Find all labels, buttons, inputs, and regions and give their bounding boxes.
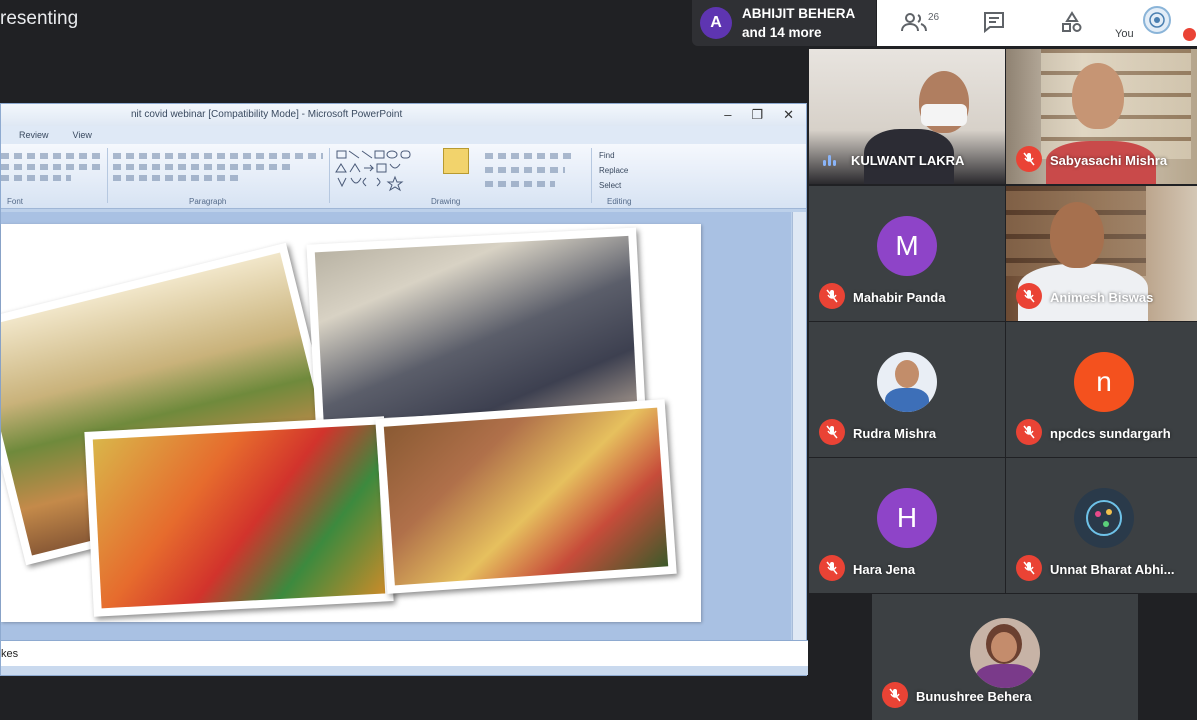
- participant-name: Bunushree Behera: [916, 689, 1032, 704]
- ribbon-group-font: [1, 148, 101, 194]
- tab-view[interactable]: View: [73, 130, 92, 140]
- close-icon[interactable]: ✕: [783, 107, 794, 123]
- participant-name: Mahabir Panda: [853, 290, 946, 305]
- people-button[interactable]: 26: [901, 8, 939, 36]
- raised-hand-notification[interactable]: A ABHIJIT BEHERA and 14 more: [692, 0, 876, 46]
- ppt-ribbon-tabs: Review View: [1, 126, 806, 144]
- participant-tile[interactable]: Sabyasachi Mishra: [1006, 49, 1197, 184]
- participant-name: Rudra Mishra: [853, 426, 937, 441]
- slide-editing-area: [1, 212, 791, 640]
- ribbon-label-paragraph: Paragraph: [189, 197, 227, 206]
- participant-name: Hara Jena: [853, 562, 916, 577]
- muted-icon: [1016, 555, 1042, 581]
- participant-name: KULWANT LAKRA: [851, 153, 965, 168]
- participant-tile[interactable]: Unnat Bharat Abhi...: [1006, 458, 1197, 593]
- participant-tile[interactable]: KULWANT LAKRA: [809, 49, 1005, 184]
- vertical-scrollbar[interactable]: [792, 212, 806, 640]
- ppt-titlebar: nit covid webinar [Compatibility Mode] -…: [1, 104, 806, 126]
- ribbon-group-paragraph: [113, 148, 323, 194]
- muted-icon: [819, 283, 845, 309]
- ribbon-label-drawing: Drawing: [431, 197, 461, 206]
- people-icon: [901, 13, 927, 32]
- participant-name: Unnat Bharat Abhi...: [1050, 562, 1175, 577]
- participant-avatar: M: [877, 216, 937, 276]
- replace-item[interactable]: Replace: [599, 163, 659, 178]
- activities-button[interactable]: [1061, 8, 1083, 36]
- unnat-bharat-logo-icon: [1074, 488, 1134, 548]
- ppt-ribbon: Font Paragraph Drawing Find Replace Sele…: [1, 144, 806, 209]
- participant-photo-avatar: [877, 352, 937, 412]
- muted-icon: [819, 555, 845, 581]
- window-buttons: – ❐ ✕: [724, 107, 794, 123]
- hand-avatar: A: [700, 7, 732, 39]
- self-avatar[interactable]: [1143, 6, 1171, 34]
- participant-avatar: n: [1074, 352, 1134, 412]
- slide-photo-group-seated[interactable]: [306, 227, 646, 430]
- restore-icon[interactable]: ❐: [751, 107, 763, 123]
- people-count: 26: [928, 11, 940, 23]
- chat-icon: [984, 12, 1004, 33]
- hand-text: ABHIJIT BEHERA and 14 more: [742, 4, 855, 42]
- ribbon-label-editing: Editing: [607, 197, 632, 206]
- participant-tile[interactable]: n npcdcs sundargarh: [1006, 322, 1197, 457]
- ribbon-label-font: Font: [7, 197, 24, 206]
- ppt-status-bar: [1, 666, 808, 675]
- muted-icon: [1016, 283, 1042, 309]
- meet-stage: resenting A ABHIJIT BEHERA and 14 more 2…: [0, 0, 1197, 720]
- muted-icon: [1016, 146, 1042, 172]
- notes-pane[interactable]: kes: [1, 640, 808, 668]
- participant-tile[interactable]: Animesh Biswas: [1006, 186, 1197, 321]
- minimize-icon[interactable]: –: [724, 107, 731, 123]
- participant-avatar: H: [877, 488, 937, 548]
- tab-review[interactable]: Review: [19, 130, 49, 140]
- muted-icon: [882, 682, 908, 708]
- participant-video-face: [1072, 63, 1124, 129]
- hand-more: and 14 more: [742, 25, 822, 40]
- select-item[interactable]: Select: [599, 178, 659, 193]
- participant-tile[interactable]: Rudra Mishra: [809, 322, 1005, 457]
- slide-photo-women-ritual[interactable]: [84, 416, 394, 617]
- ribbon-group-editing: Find Replace Select: [599, 148, 659, 194]
- face-mask: [921, 104, 967, 126]
- self-mute-badge: [1183, 28, 1196, 41]
- ribbon-group-drawing: [335, 148, 585, 194]
- chat-button[interactable]: [983, 8, 1005, 36]
- participant-name: npcdcs sundargarh: [1050, 426, 1171, 441]
- participant-video-face: [1050, 202, 1104, 268]
- hand-name: ABHIJIT BEHERA: [742, 6, 856, 21]
- you-label: You: [1115, 28, 1134, 40]
- presentation-window: nit covid webinar [Compatibility Mode] -…: [0, 103, 808, 676]
- participant-tile[interactable]: H Hara Jena: [809, 458, 1005, 593]
- presenting-label: resenting: [0, 8, 79, 29]
- top-control-panel: 26 You: [877, 0, 1197, 46]
- shapes-gallery-icon: [335, 150, 411, 192]
- slide-canvas[interactable]: [1, 224, 701, 622]
- find-item[interactable]: Find: [599, 148, 659, 163]
- slide-photo-offerings[interactable]: [375, 399, 677, 594]
- participant-tile[interactable]: M Mahabir Panda: [809, 186, 1005, 321]
- participant-name: Sabyasachi Mishra: [1050, 153, 1168, 168]
- arrange-icon[interactable]: [443, 148, 469, 174]
- ppt-window-title: nit covid webinar [Compatibility Mode] -…: [131, 109, 403, 120]
- speaking-indicator-icon: [823, 155, 836, 166]
- participant-photo-avatar: [970, 618, 1040, 688]
- muted-icon: [1016, 419, 1042, 445]
- activities-icon: [1062, 11, 1082, 32]
- institution-logo-icon: [1149, 12, 1165, 28]
- participant-tile[interactable]: Bunushree Behera: [872, 594, 1138, 720]
- participant-name: Animesh Biswas: [1050, 290, 1154, 305]
- muted-icon: [819, 419, 845, 445]
- notes-text: kes: [1, 648, 19, 660]
